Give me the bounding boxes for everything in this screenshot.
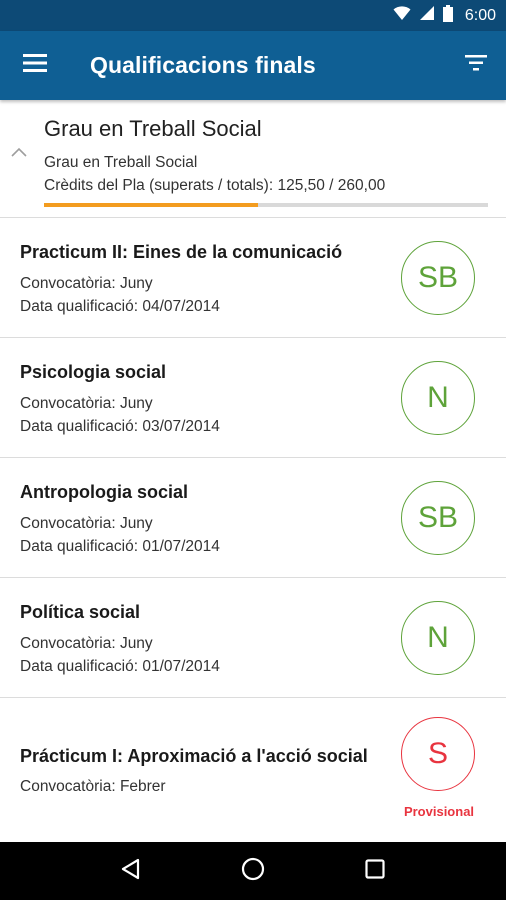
credits-text: Crèdits del Pla (superats / totals): 125…: [44, 177, 386, 194]
hamburger-menu-icon: [23, 54, 47, 77]
grade-badge: SB: [401, 481, 475, 555]
filter-button[interactable]: [446, 31, 506, 100]
subject-name: Política social: [20, 602, 141, 622]
degree-header[interactable]: Grau en Treball Social Grau en Treball S…: [0, 100, 506, 218]
credits-progress-bar: [44, 203, 488, 207]
grade-badge: S: [401, 717, 475, 791]
grade-date: Data qualificació: 01/07/2014: [20, 538, 220, 555]
convocatoria-text: Convocatòria: Febrer: [20, 778, 166, 795]
list-item[interactable]: Psicologia social Convocatòria: Juny Dat…: [0, 338, 506, 458]
home-button[interactable]: [223, 842, 283, 900]
grades-list: Practicum II: Eines de la comunicació Co…: [0, 218, 506, 840]
navigation-bar: [0, 842, 506, 900]
subject-name: Antropologia social: [20, 482, 189, 502]
menu-button[interactable]: [0, 31, 70, 100]
convocatoria-text: Convocatòria: Juny: [20, 635, 153, 652]
filter-icon: [465, 55, 487, 76]
signal-icon: [419, 5, 435, 26]
provisional-label: Provisional: [403, 804, 475, 819]
list-item[interactable]: Antropologia social Convocatòria: Juny D…: [0, 458, 506, 578]
home-icon: [241, 857, 265, 886]
degree-title: Grau en Treball Social: [44, 116, 262, 141]
grade-date: Data qualificació: 03/07/2014: [20, 418, 220, 435]
list-item[interactable]: Política social Convocatòria: Juny Data …: [0, 578, 506, 698]
back-button[interactable]: [101, 842, 161, 900]
convocatoria-text: Convocatòria: Juny: [20, 515, 153, 532]
grade-badge: SB: [401, 241, 475, 315]
grade-date: Data qualificació: 01/07/2014: [20, 658, 220, 675]
convocatoria-text: Convocatòria: Juny: [20, 395, 153, 412]
app-bar: Qualificacions finals: [0, 31, 506, 100]
subject-name: Prácticum I: Aproximació a l'acció socia…: [20, 746, 368, 766]
subject-name: Psicologia social: [20, 362, 167, 382]
list-item[interactable]: Prácticum I: Aproximació a l'acció socia…: [0, 698, 506, 840]
subject-name: Practicum II: Eines de la comunicació: [20, 242, 343, 262]
page-title: Qualificacions finals: [90, 52, 316, 78]
recents-button[interactable]: [345, 842, 405, 900]
status-bar: 6:00: [0, 0, 506, 31]
grade-badge: N: [401, 361, 475, 435]
back-icon: [120, 858, 142, 885]
grade-date: Data qualificació: 04/07/2014: [20, 298, 220, 315]
battery-icon: [442, 4, 453, 27]
status-time: 6:00: [464, 6, 496, 24]
degree-subtitle: Grau en Treball Social: [44, 154, 198, 171]
chevron-up-icon[interactable]: [11, 144, 27, 162]
list-item[interactable]: Practicum II: Eines de la comunicació Co…: [0, 218, 506, 338]
convocatoria-text: Convocatòria: Juny: [20, 275, 153, 292]
wifi-icon: [393, 5, 411, 26]
recents-icon: [365, 858, 385, 884]
credits-progress-fill: [44, 203, 259, 207]
grade-badge: N: [401, 601, 475, 675]
